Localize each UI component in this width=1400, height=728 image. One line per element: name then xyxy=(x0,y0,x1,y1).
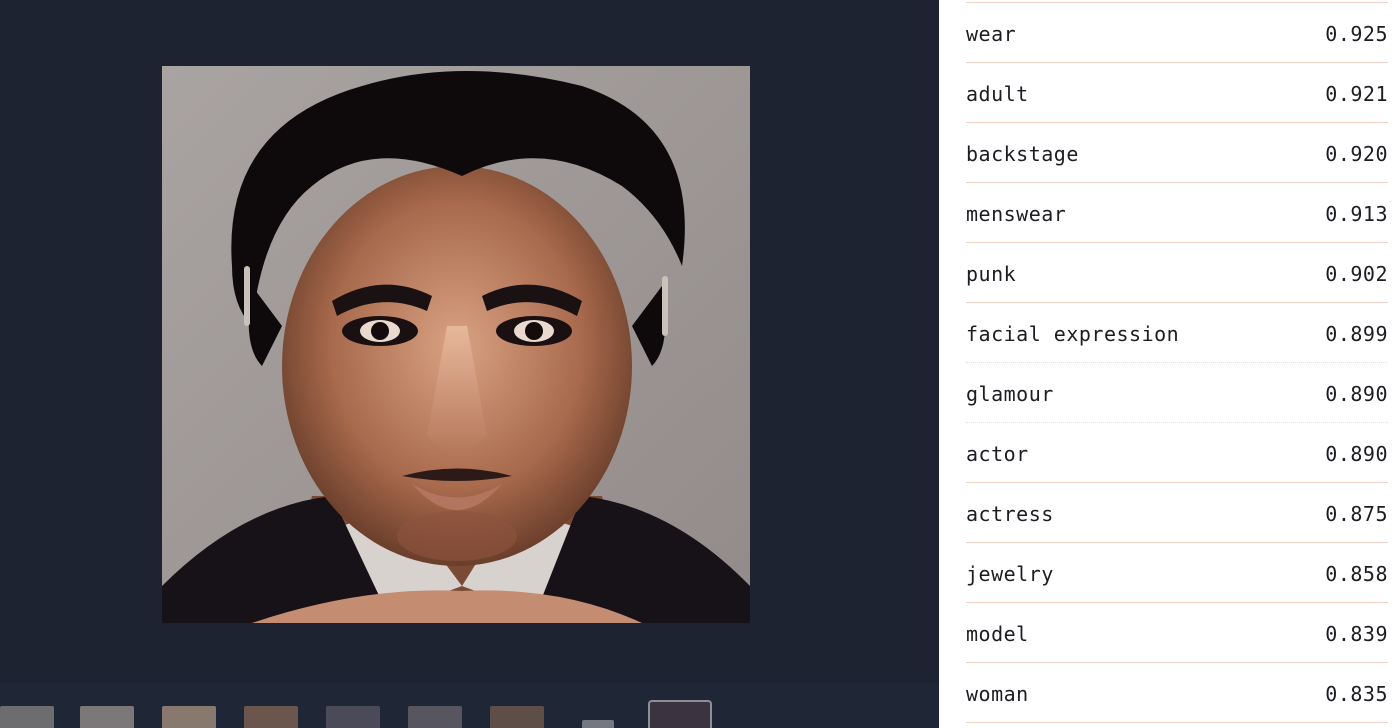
tag-row[interactable]: adult 0.921 xyxy=(966,63,1388,123)
tag-row[interactable]: woman 0.835 xyxy=(966,663,1388,723)
thumbnail-4[interactable] xyxy=(244,706,298,728)
tag-label: actor xyxy=(966,442,1029,466)
thumbnail-7[interactable] xyxy=(490,706,544,728)
tag-label: model xyxy=(966,622,1029,646)
tag-row[interactable]: glamour 0.890 xyxy=(966,363,1388,423)
tag-score: 0.920 xyxy=(1325,142,1388,166)
main-image xyxy=(162,66,750,623)
tag-score: 0.921 xyxy=(1325,82,1388,106)
tag-score: 0.913 xyxy=(1325,202,1388,226)
tag-label: facial expression xyxy=(966,322,1180,346)
tag-row[interactable]: backstage 0.920 xyxy=(966,123,1388,183)
tag-score: 0.925 xyxy=(1325,22,1388,46)
thumbnail-3[interactable] xyxy=(162,706,216,728)
tag-score: 0.835 xyxy=(1325,682,1388,706)
thumbnail-1[interactable] xyxy=(0,706,54,728)
tag-row[interactable]: facial expression 0.899 xyxy=(966,303,1388,363)
app-window: wear 0.925 adult 0.921 backstage 0.920 m… xyxy=(0,0,1400,728)
tag-row[interactable]: jewelry 0.858 xyxy=(966,543,1388,603)
image-viewer xyxy=(0,0,939,728)
tag-score: 0.899 xyxy=(1325,322,1388,346)
tags-panel: wear 0.925 adult 0.921 backstage 0.920 m… xyxy=(939,0,1400,728)
tag-label: glamour xyxy=(966,382,1054,406)
tag-row[interactable]: menswear 0.913 xyxy=(966,183,1388,243)
tag-row[interactable]: actor 0.890 xyxy=(966,423,1388,483)
tag-row[interactable]: actress 0.875 xyxy=(966,483,1388,543)
tag-score: 0.858 xyxy=(1325,562,1388,586)
tag-label: adult xyxy=(966,82,1029,106)
tag-score: 0.839 xyxy=(1325,622,1388,646)
tag-list: wear 0.925 adult 0.921 backstage 0.920 m… xyxy=(966,2,1388,723)
tag-score: 0.890 xyxy=(1325,442,1388,466)
tag-row[interactable]: model 0.839 xyxy=(966,603,1388,663)
tag-label: backstage xyxy=(966,142,1079,166)
tag-row[interactable]: punk 0.902 xyxy=(966,243,1388,303)
thumbnail-9-selected[interactable] xyxy=(648,700,712,728)
tag-row[interactable]: wear 0.925 xyxy=(966,3,1388,63)
thumbnail-6[interactable] xyxy=(408,706,462,728)
tag-label: wear xyxy=(966,22,1017,46)
tag-score: 0.875 xyxy=(1325,502,1388,526)
tag-label: jewelry xyxy=(966,562,1054,586)
portrait-photo xyxy=(162,66,750,623)
thumbnail-strip xyxy=(0,682,939,728)
tag-label: actress xyxy=(966,502,1054,526)
tag-label: woman xyxy=(966,682,1029,706)
thumbnail-2[interactable] xyxy=(80,706,134,728)
thumbnail-8[interactable] xyxy=(582,720,614,728)
tag-label: punk xyxy=(966,262,1017,286)
tag-score: 0.902 xyxy=(1325,262,1388,286)
thumbnail-5[interactable] xyxy=(326,706,380,728)
tag-label: menswear xyxy=(966,202,1067,226)
tag-score: 0.890 xyxy=(1325,382,1388,406)
